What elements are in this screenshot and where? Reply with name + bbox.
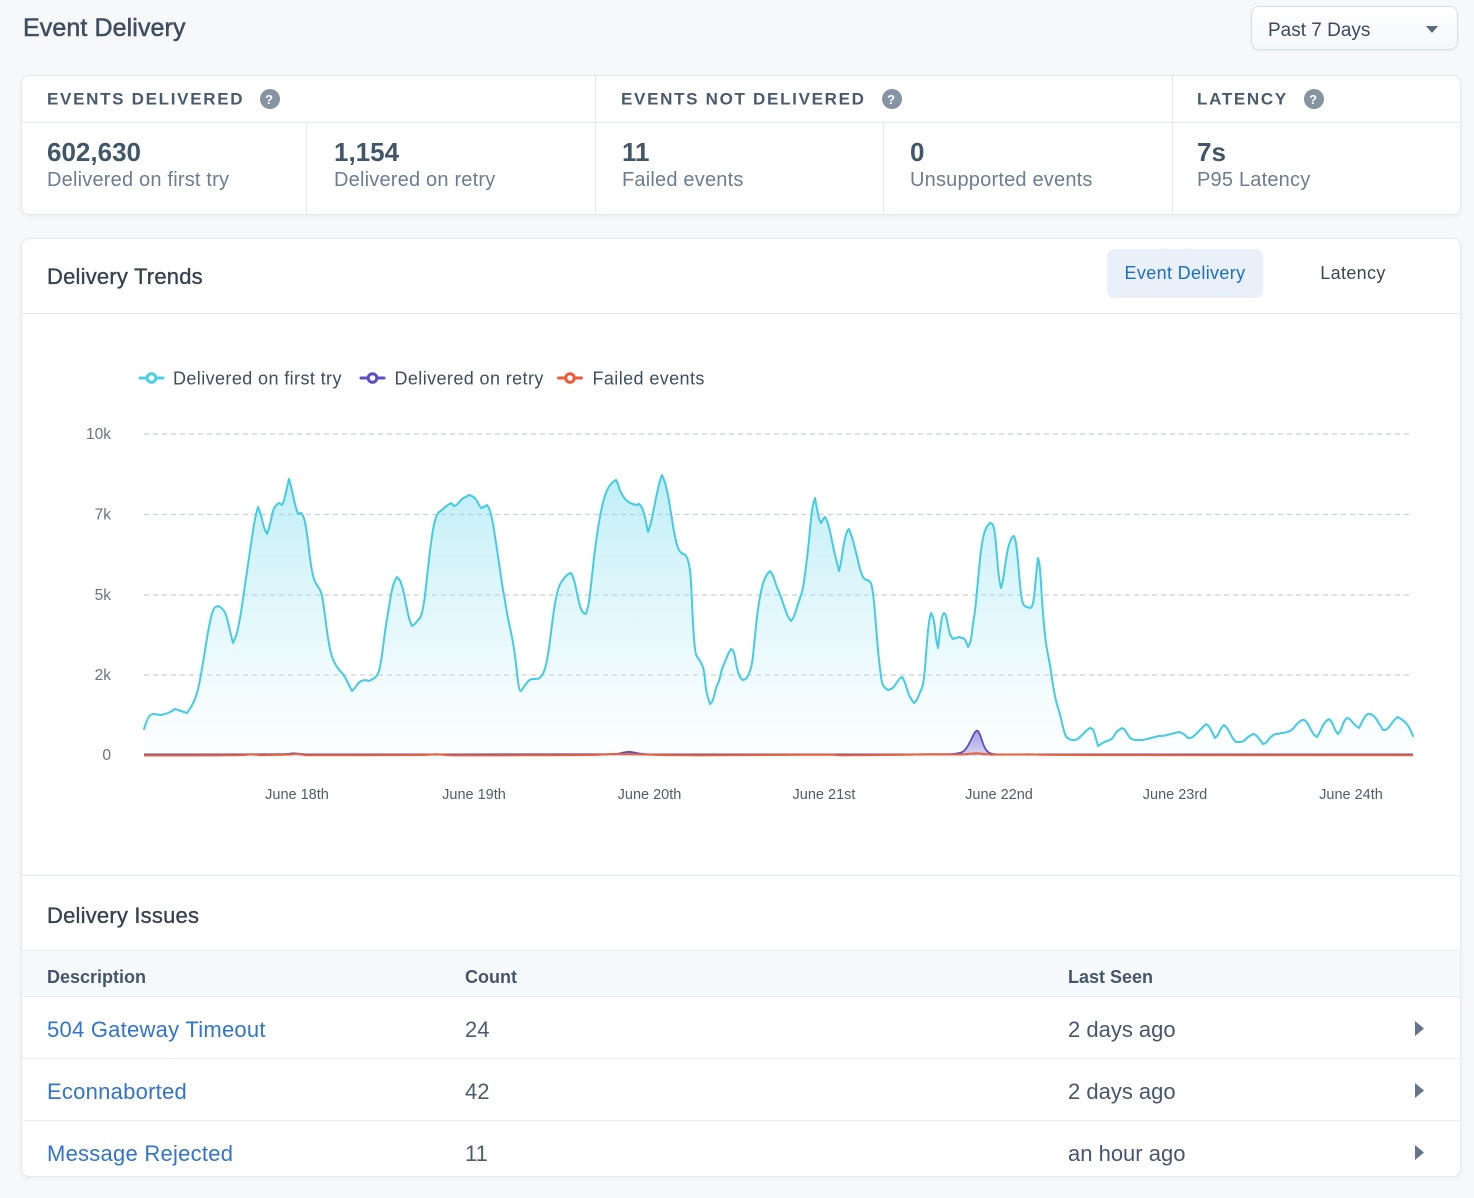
svg-text:June 24th: June 24th <box>1319 787 1383 803</box>
svg-text:June 18th: June 18th <box>265 787 329 803</box>
svg-text:Failed events: Failed events <box>593 369 705 389</box>
svg-text:5k: 5k <box>95 587 112 604</box>
svg-text:Delivered on retry: Delivered on retry <box>395 369 544 389</box>
svg-text:0: 0 <box>102 747 111 764</box>
svg-text:June 23rd: June 23rd <box>1143 787 1208 803</box>
svg-text:2k: 2k <box>95 667 112 684</box>
svg-text:?: ? <box>1309 92 1319 107</box>
svg-text:Delivered on first try: Delivered on first try <box>173 369 342 389</box>
svg-text:10k: 10k <box>86 426 111 443</box>
svg-text:?: ? <box>265 92 275 107</box>
svg-text:June 22nd: June 22nd <box>965 787 1033 803</box>
svg-text:June 21st: June 21st <box>793 787 856 803</box>
svg-text:?: ? <box>887 92 897 107</box>
svg-text:June 19th: June 19th <box>442 787 506 803</box>
svg-text:June 20th: June 20th <box>618 787 682 803</box>
svg-text:7k: 7k <box>95 507 112 524</box>
